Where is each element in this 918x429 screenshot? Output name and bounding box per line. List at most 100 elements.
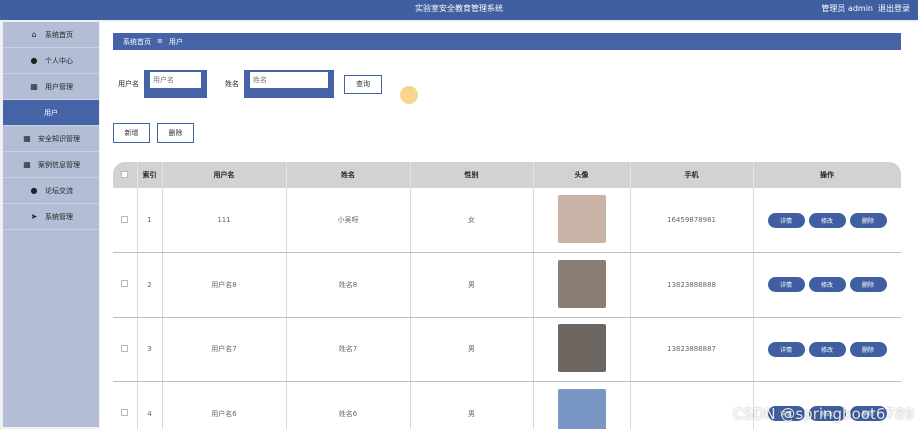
sidebar-item-0[interactable]: ⌂ 系统首页 [3, 22, 99, 48]
home-icon: ⌂ [31, 30, 37, 39]
row-index: 1 [137, 188, 163, 253]
user-label: 管理员 admin [821, 4, 873, 13]
delete-button[interactable]: 删除 [157, 123, 194, 143]
row-gender: 男 [410, 317, 534, 382]
sidebar: ⌂ 系统首页 ● 个人中心 ▦ 用户管理 用户 ▦ 安全知识管理 ▦ 案例信息管理 ● 论坛交流 ➤ 系统管… [3, 22, 99, 427]
app-title: 实验室安全教育管理系统 [415, 4, 503, 13]
user-area: 管理员 admin 退出登录 [821, 3, 910, 14]
name-field-frame [244, 70, 334, 98]
header-gender: 性别 [410, 162, 534, 188]
row-select-cell[interactable] [113, 252, 138, 318]
row-name: 小吴呀 [286, 188, 411, 253]
row-username: 用户名6 [162, 381, 287, 429]
header-name: 姓名 [286, 162, 411, 188]
username-input[interactable] [150, 72, 201, 88]
username-label: 用户名 [118, 80, 139, 88]
row-gender: 男 [410, 252, 534, 318]
row-operations: 详情 修改 删除 [753, 188, 901, 253]
table-row: 2 用户名8 姓名8 男 13823888888 详情 修改 删除 [113, 252, 901, 318]
row-select-cell[interactable] [113, 381, 138, 429]
header-avatar: 头像 [533, 162, 631, 188]
top-bar: 实验室安全教育管理系统 管理员 admin 退出登录 [0, 0, 918, 20]
row-username: 111 [162, 188, 287, 253]
row-avatar-cell [533, 317, 631, 382]
row-operations: 详情 修改 删除 [753, 252, 901, 318]
row-gender: 男 [410, 381, 534, 429]
row-delete-button[interactable]: 删除 [849, 277, 887, 293]
sidebar-item-label: 案例信息管理 [38, 160, 80, 169]
logout-link[interactable]: 退出登录 [878, 3, 910, 14]
avatar [557, 388, 606, 429]
edit-button[interactable]: 修改 [808, 341, 846, 357]
sidebar-item-7[interactable]: ➤ 系统管理 [3, 204, 99, 230]
row-checkbox[interactable] [121, 280, 129, 288]
row-index: 2 [137, 252, 163, 318]
row-username: 用户名7 [162, 317, 287, 382]
avatar [557, 324, 606, 373]
sidebar-item-3[interactable]: 用户 [3, 100, 99, 126]
header-phone: 手机 [630, 162, 754, 188]
row-phone: 13823888887 [630, 317, 754, 382]
name-label: 姓名 [225, 80, 239, 88]
sidebar-item-2[interactable]: ▦ 用户管理 [3, 74, 99, 100]
sidebar-item-label: 用户管理 [45, 82, 73, 91]
name-input[interactable] [250, 72, 328, 88]
cursor-highlight [400, 86, 418, 104]
sidebar-item-4[interactable]: ▦ 安全知识管理 [3, 126, 99, 152]
detail-button[interactable]: 详情 [767, 277, 805, 293]
row-phone: 13823888888 [630, 252, 754, 318]
avatar [557, 259, 606, 308]
username-field-frame [144, 70, 207, 98]
row-delete-button[interactable]: 删除 [849, 212, 887, 228]
row-index: 3 [137, 317, 163, 382]
row-username: 用户名8 [162, 252, 287, 318]
breadcrumb-home[interactable]: 系统首页 [123, 37, 151, 46]
header-index: 索引 [137, 162, 163, 188]
row-checkbox[interactable] [121, 215, 129, 223]
row-name: 姓名8 [286, 252, 411, 318]
grid-icon: ▦ [23, 134, 31, 143]
main-content: 系统首页 ≡ 用户 用户名 姓名 查询 新增 删除 索引 用户名 [100, 22, 918, 429]
table-header-row: 索引 用户名 姓名 性别 头像 手机 操作 [113, 162, 901, 188]
sidebar-item-label: 系统首页 [45, 30, 73, 39]
header-select-all[interactable] [113, 162, 138, 188]
search-form: 用户名 姓名 查询 [118, 70, 382, 98]
table-row: 1 111 小吴呀女 16459878981 详情 修改 删除 [113, 188, 901, 253]
sidebar-item-label: 安全知识管理 [38, 134, 80, 143]
sidebar-item-6[interactable]: ● 论坛交流 [3, 178, 99, 204]
sidebar-item-1[interactable]: ● 个人中心 [3, 48, 99, 74]
user-table: 索引 用户名 姓名 性别 头像 手机 操作 1 111 小吴呀女 1645987898… [113, 162, 901, 429]
row-select-cell[interactable] [113, 188, 138, 253]
row-checkbox[interactable] [121, 409, 129, 417]
header-operations: 操作 [753, 162, 901, 188]
row-operations: 详情 修改 删除 [753, 317, 901, 382]
select-all-checkbox[interactable] [121, 170, 129, 178]
person-icon: ● [30, 186, 38, 195]
row-avatar-cell [533, 188, 631, 253]
avatar [557, 195, 606, 243]
row-name: 姓名7 [286, 317, 411, 382]
row-avatar-cell [533, 381, 631, 429]
row-checkbox[interactable] [121, 344, 129, 352]
breadcrumb: 系统首页 ≡ 用户 [113, 33, 901, 50]
sidebar-item-5[interactable]: ▦ 案例信息管理 [3, 152, 99, 178]
sidebar-item-label: 论坛交流 [45, 186, 73, 195]
sidebar-item-label: 系统管理 [45, 212, 73, 221]
query-button[interactable]: 查询 [344, 74, 382, 94]
person-icon: ● [30, 56, 38, 65]
detail-button[interactable]: 详情 [767, 341, 805, 357]
detail-button[interactable]: 详情 [767, 212, 805, 228]
header-username: 用户名 [162, 162, 287, 188]
edit-button[interactable]: 修改 [808, 212, 846, 228]
watermark: CSDN @springboot6789 [732, 405, 914, 423]
row-phone: 16459878981 [630, 188, 754, 253]
sidebar-item-label: 用户 [44, 108, 58, 117]
breadcrumb-current: 用户 [168, 38, 183, 46]
send-icon: ➤ [30, 212, 38, 221]
add-button[interactable]: 新增 [113, 123, 150, 143]
row-select-cell[interactable] [113, 317, 138, 382]
edit-button[interactable]: 修改 [808, 277, 846, 293]
sidebar-item-label: 个人中心 [45, 56, 73, 65]
action-bar: 新增 删除 [113, 123, 194, 143]
row-delete-button[interactable]: 删除 [849, 341, 887, 357]
